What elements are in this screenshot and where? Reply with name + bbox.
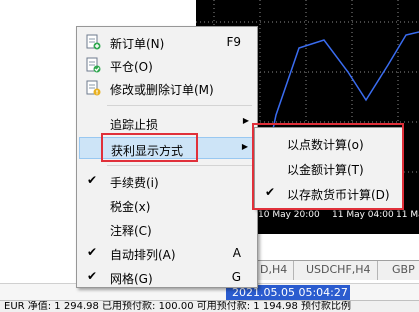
annotation-box-menu-item [101,133,198,162]
checkmark-icon: ✔ [87,173,98,187]
checkmark-icon: ✔ [87,245,98,259]
menu-item-label: 税金(x) [110,200,151,214]
account-status-row: EUR 净值: 1 294.98 已用预付款: 100.00 可用预付款: 1 … [0,300,419,312]
tab-chart-1[interactable]: D,H4 [254,261,295,280]
menu-shortcut: F9 [226,35,241,49]
new-order-icon [86,34,101,50]
tab-usdchf-h4[interactable]: USDCHF,H4 [300,261,378,280]
close-order-icon [86,57,101,73]
menu-item-taxes[interactable]: 税金(x) [79,194,255,216]
menu-item-label: 注释(C) [110,224,152,238]
menu-shortcut: G [231,270,241,284]
menu-item-comments[interactable]: 注释(C) [79,218,255,240]
menu-item-commission[interactable]: ✔ 手续费(i) [79,170,255,192]
menu-item-label: 新订单(N) [110,37,165,51]
time-axis-label: 11 May 04:00 [332,210,394,220]
menu-separator [107,165,252,166]
menu-separator [107,105,252,106]
tab-gbp[interactable]: GBP [386,261,419,280]
menu-item-label: 网格(G) [110,272,153,286]
submenu-arrow-icon: ▶ [241,142,248,151]
checkmark-icon: ✔ [87,269,98,283]
time-axis-label: 10 May 20:00 [258,210,320,220]
menu-item-label: 平仓(O) [110,60,153,74]
menu-item-new-order[interactable]: 新订单(N) F9 [79,31,255,53]
submenu-arrow-icon: ▶ [242,116,249,125]
screenshot-stage: 10 May 20:00 11 May 04:00 11 May D,H4 US… [0,0,419,312]
modify-order-icon [86,80,101,96]
menu-item-label: 手续费(i) [110,176,159,190]
menu-item-modify-order[interactable]: 修改或删除订单(M) [79,77,255,99]
menu-item-grid[interactable]: ✔ 网格(G) G [79,266,255,288]
menu-item-close-order[interactable]: 平仓(O) [79,54,255,76]
menu-item-label: 修改或删除订单(M) [110,83,214,97]
time-axis-label: 11 May [396,210,419,220]
menu-item-trailing-stop[interactable]: 追踪止损 ▶ [79,112,255,134]
menu-item-auto-arrange[interactable]: ✔ 自动排列(A) A [79,242,255,264]
menu-item-label: 自动排列(A) [110,248,176,262]
menu-shortcut: A [232,246,241,260]
menu-item-label: 追踪止损 [110,118,159,132]
annotation-box-submenu [252,123,404,210]
